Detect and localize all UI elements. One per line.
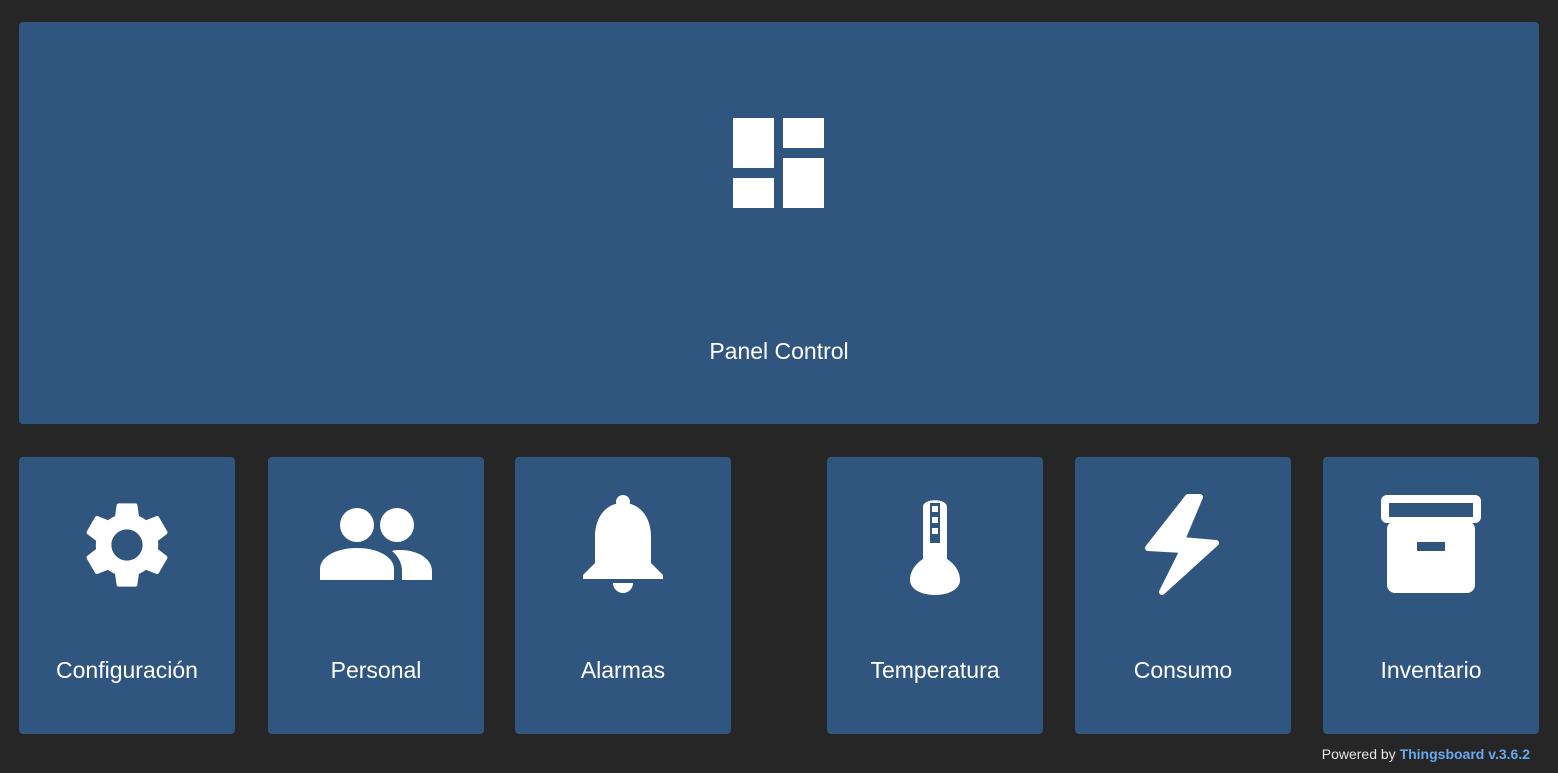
consumo-tile[interactable]: Consumo: [1075, 457, 1291, 734]
alarmas-label: Alarmas: [580, 657, 666, 683]
panel-control-label: Panel Control: [709, 338, 849, 364]
archive-box-icon: [1379, 493, 1483, 597]
alarmas-tile[interactable]: Alarmas: [515, 457, 731, 734]
lightning-icon: [1138, 493, 1228, 597]
consumo-label: Consumo: [1133, 657, 1233, 683]
footer-prefix: Powered by: [1321, 746, 1396, 762]
thingsboard-link[interactable]: Thingsboard v.3.6.2: [1400, 746, 1530, 762]
panel-control-tile[interactable]: Panel Control: [19, 22, 1539, 424]
inventario-tile[interactable]: Inventario: [1323, 457, 1539, 734]
dashboard-icon: [733, 118, 825, 210]
temperatura-label: Temperatura: [870, 657, 1000, 683]
configuracion-label: Configuración: [56, 657, 198, 683]
bell-icon: [573, 493, 673, 597]
thermometer-icon: [905, 493, 965, 597]
temperatura-tile[interactable]: Temperatura: [827, 457, 1043, 734]
footer-powered-by: Powered by Thingsboard v.3.6.2: [1322, 746, 1530, 762]
configuracion-tile[interactable]: Configuración: [19, 457, 235, 734]
personal-label: Personal: [330, 657, 422, 683]
people-icon: [320, 493, 432, 597]
gear-icon: [75, 493, 179, 597]
personal-tile[interactable]: Personal: [268, 457, 484, 734]
inventario-label: Inventario: [1380, 657, 1482, 683]
